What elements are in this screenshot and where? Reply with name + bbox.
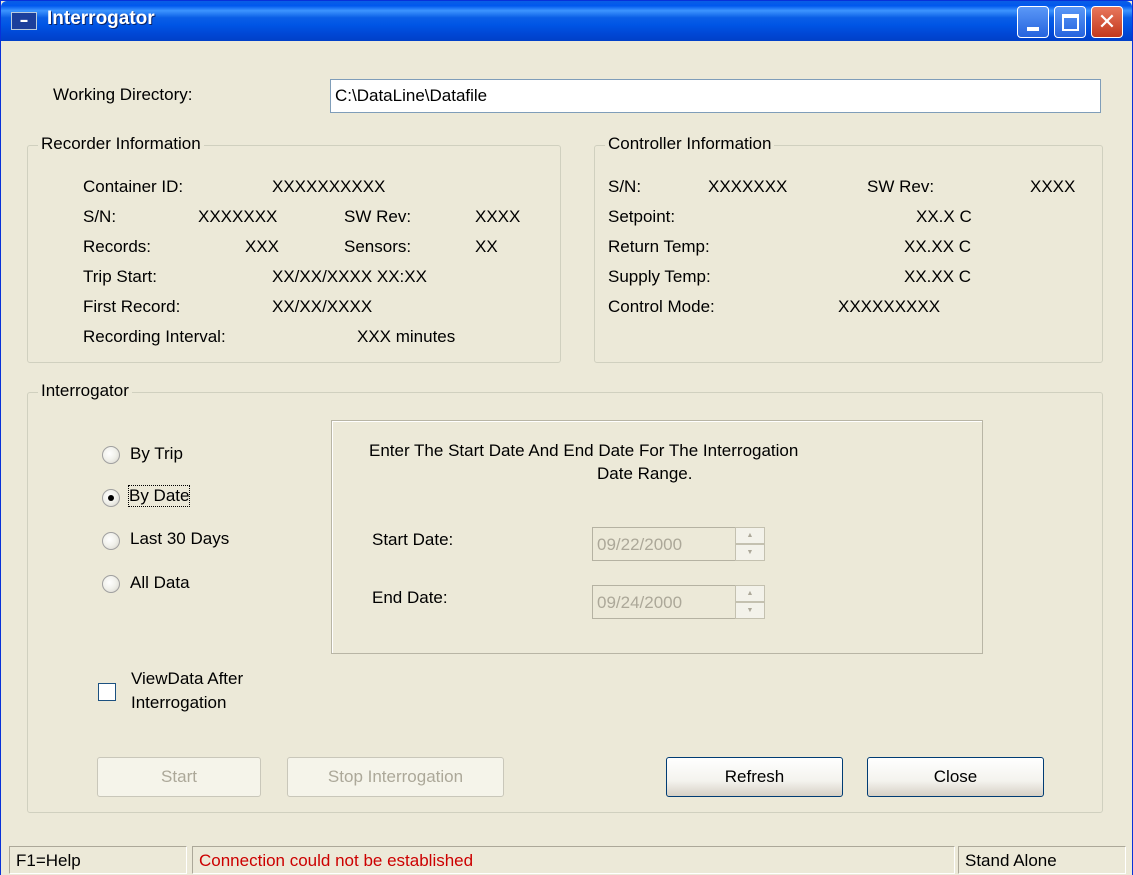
interrogator-title: Interrogator [38,381,132,401]
stop-interrogation-button[interactable]: Stop Interrogation [287,757,504,797]
close-icon: ✕ [1097,9,1117,34]
container-id-label: Container ID: [83,177,184,196]
supply-temp-label: Supply Temp: [608,267,711,286]
return-temp-value: XX.XX C [904,237,972,256]
trip-start-label: Trip Start: [83,267,157,286]
radio-by-date[interactable] [102,489,120,507]
setpoint-value: XX.X C [916,207,972,226]
minimize-button[interactable] [1017,6,1049,38]
first-record-label: First Record: [83,297,181,316]
status-help: F1=Help [9,846,187,874]
records-value: XXX [245,237,280,256]
start-date-spinner[interactable]: ▲ ▼ [735,527,765,561]
start-date-up-arrow-icon[interactable]: ▲ [735,527,765,544]
controller-swrev-label: SW Rev: [867,177,935,196]
start-date-down-arrow-icon[interactable]: ▼ [735,544,765,561]
trip-start-value: XX/XX/XXXX XX:XX [272,267,427,286]
view-data-after-label-line1[interactable]: ViewData After [131,669,243,689]
end-date-down-arrow-icon[interactable]: ▼ [735,602,765,619]
status-bar: F1=Help Connection could not be establis… [1,843,1132,875]
recording-interval-label: Recording Interval: [83,327,226,346]
radio-all-data-label[interactable]: All Data [130,573,190,593]
recording-interval-value: XXX minutes [357,327,456,346]
radio-by-date-label[interactable]: By Date [127,485,191,507]
radio-last-30-days[interactable] [102,532,120,550]
recorder-sn-value: XXXXXXX [198,207,278,226]
controller-sn-value: XXXXXXX [708,177,788,196]
working-directory-label: Working Directory: [53,85,193,104]
control-mode-value: XXXXXXXXX [838,297,941,316]
radio-by-trip-label[interactable]: By Trip [130,444,183,464]
window-title: Interrogator [47,8,155,29]
recorder-sn-label: S/N: [83,207,117,226]
control-mode-label: Control Mode: [608,297,715,316]
end-date-label: End Date: [372,588,448,607]
start-date-label: Start Date: [372,530,454,549]
end-date-field[interactable]: 09/24/2000 [592,585,738,619]
date-range-instructions-line2: Date Range. [597,464,693,483]
end-date-up-arrow-icon[interactable]: ▲ [735,585,765,602]
radio-all-data[interactable] [102,575,120,593]
radio-by-trip[interactable] [102,446,120,464]
maximize-icon [1062,14,1079,31]
recorder-swrev-value: XXXX [475,207,521,226]
date-range-instructions-line1: Enter The Start Date And End Date For Th… [369,441,799,460]
refresh-button[interactable]: Refresh [666,757,843,797]
controller-sn-label: S/N: [608,177,642,196]
sensors-label: Sensors: [344,237,412,256]
start-button[interactable]: Start [97,757,261,797]
records-label: Records: [83,237,152,256]
setpoint-label: Setpoint: [608,207,676,226]
minimize-icon [1027,27,1039,31]
radio-last-30-days-label[interactable]: Last 30 Days [130,529,229,549]
controller-swrev-value: XXXX [1030,177,1076,196]
status-mode: Stand Alone [958,846,1126,874]
status-message: Connection could not be established [192,846,955,874]
container-id-value: XXXXXXXXXX [272,177,386,196]
close-dialog-button[interactable]: Close [867,757,1044,797]
view-data-after-label-line2[interactable]: Interrogation [131,693,226,713]
controller-information-title: Controller Information [605,134,775,154]
close-button[interactable]: ✕ [1091,6,1123,38]
end-date-spinner[interactable]: ▲ ▼ [735,585,765,619]
view-data-after-checkbox[interactable] [98,683,116,701]
first-record-value: XX/XX/XXXX [272,297,373,316]
supply-temp-value: XX.XX C [904,267,972,286]
title-bar[interactable]: ▬ Interrogator ✕ [1,1,1132,41]
sensors-value: XX [475,237,498,256]
maximize-button[interactable] [1054,6,1086,38]
recorder-swrev-label: SW Rev: [344,207,412,226]
recorder-information-title: Recorder Information [38,134,204,154]
working-directory-input[interactable] [330,79,1101,113]
interrogator-window: ▬ Interrogator ✕ Working Directory: Reco… [0,0,1133,875]
app-icon: ▬ [11,12,37,30]
start-date-field[interactable]: 09/22/2000 [592,527,738,561]
return-temp-label: Return Temp: [608,237,710,256]
